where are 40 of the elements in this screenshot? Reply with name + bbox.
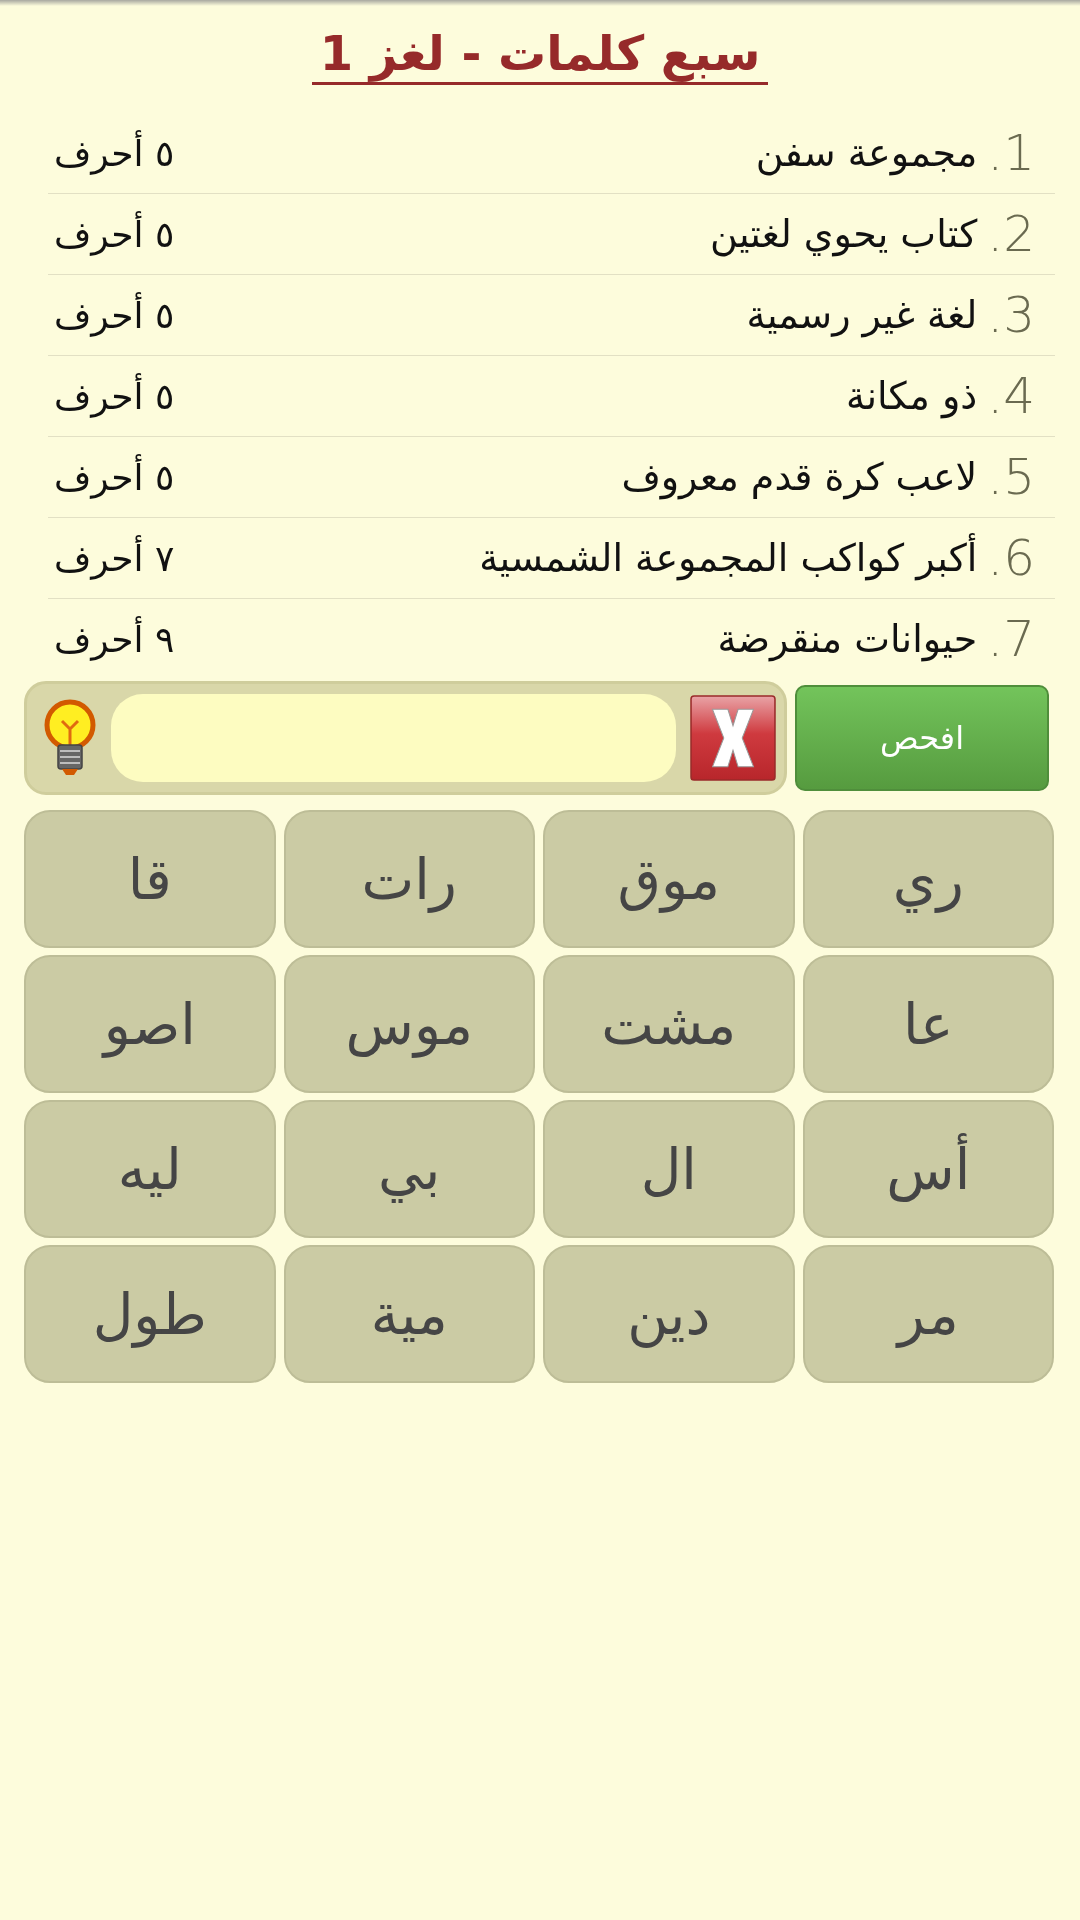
clue-text: حيوانات منقرضة — [716, 617, 978, 661]
clue-number: 5. — [987, 448, 1035, 506]
clue-number: 7. — [987, 610, 1035, 668]
syllable-tile[interactable]: أس — [802, 1100, 1054, 1238]
clue-number: 4. — [987, 367, 1035, 425]
syllable-tile[interactable]: مشت — [543, 955, 795, 1093]
syllable-tile[interactable]: طول — [24, 1245, 276, 1383]
letter-count: ٥ أحرف — [54, 375, 175, 417]
syllable-tile[interactable]: دين — [543, 1245, 795, 1383]
letter-count: ٥ أحرف — [54, 132, 175, 174]
syllable-tile[interactable]: قا — [24, 810, 276, 948]
clue-text: لاعب كرة قدم معروف — [620, 455, 978, 499]
clue-number: 1. — [987, 124, 1035, 182]
syllable-tile[interactable]: بي — [283, 1100, 535, 1238]
clue-number: 3. — [987, 286, 1035, 344]
syllable-tile[interactable]: مية — [283, 1245, 535, 1383]
syllable-tile[interactable]: اصو — [24, 955, 276, 1093]
syllable-tile[interactable]: موس — [283, 955, 535, 1093]
puzzle-title: سبع كلمات - لغز 1 — [311, 24, 769, 85]
syllable-tile[interactable]: ال — [543, 1100, 795, 1238]
clear-icon[interactable] — [690, 695, 776, 781]
syllable-tile[interactable]: رات — [283, 810, 535, 948]
clue-number: 2. — [987, 205, 1035, 263]
clue-text: كتاب يحوي لغتين — [708, 212, 978, 256]
letter-count: ٩ أحرف — [54, 618, 175, 660]
letter-count: ٧ أحرف — [54, 537, 175, 579]
syllable-tile[interactable]: ري — [802, 810, 1054, 948]
letter-count: ٥ أحرف — [54, 294, 175, 336]
letter-count: ٥ أحرف — [54, 213, 175, 255]
syllable-tile[interactable]: مر — [802, 1245, 1054, 1383]
clue-number: 6. — [987, 529, 1035, 587]
syllable-tile[interactable]: ليه — [24, 1100, 276, 1238]
syllable-tile[interactable]: عا — [802, 955, 1054, 1093]
clue-text: مجموعة سفن — [754, 131, 978, 175]
lightbulb-icon[interactable] — [43, 699, 97, 777]
letter-count: ٥ أحرف — [54, 456, 175, 498]
clue-text: ذو مكانة — [845, 374, 978, 418]
clue-text: لغة غير رسمية — [745, 293, 978, 337]
answer-field[interactable] — [111, 694, 676, 782]
syllable-tile[interactable]: موق — [543, 810, 795, 948]
